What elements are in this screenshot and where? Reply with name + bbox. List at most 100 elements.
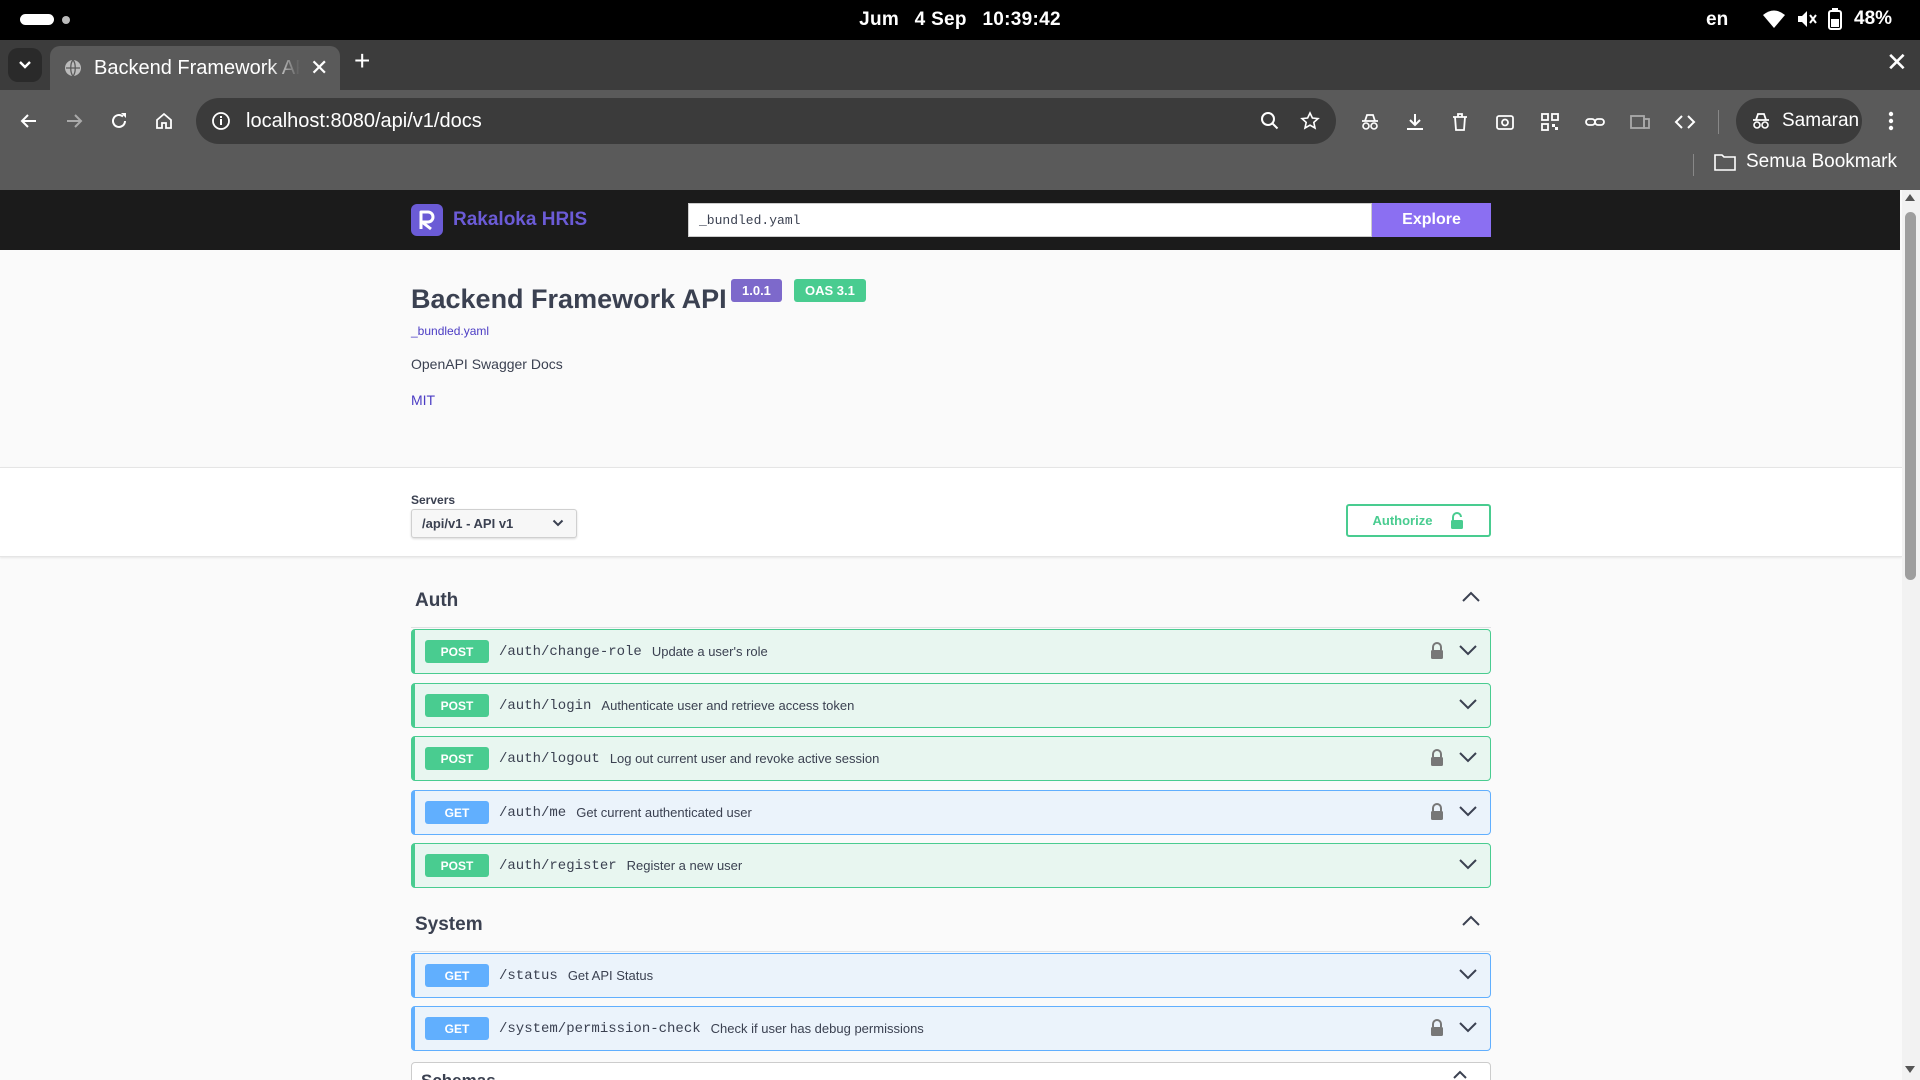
browser-tab-active[interactable]: Backend Framework API ✕ bbox=[50, 46, 340, 90]
status-day: Jum bbox=[859, 9, 900, 30]
authorize-button[interactable]: Authorize bbox=[1346, 504, 1491, 537]
battery-icon bbox=[1828, 8, 1842, 30]
scrollbar-thumb[interactable] bbox=[1905, 212, 1916, 580]
chevron-down-icon[interactable] bbox=[1458, 967, 1478, 981]
zoom-icon[interactable] bbox=[1256, 107, 1284, 135]
extension-icons bbox=[1355, 107, 1700, 137]
chevron-down-icon[interactable] bbox=[1458, 804, 1478, 818]
tag-system[interactable]: System bbox=[411, 892, 1491, 952]
forward-button[interactable] bbox=[60, 107, 88, 135]
window-close-button[interactable]: ✕ bbox=[1886, 49, 1908, 75]
site-info-icon[interactable] bbox=[208, 108, 234, 134]
profile-label: Samaran bbox=[1782, 110, 1860, 131]
download-icon[interactable] bbox=[1400, 107, 1430, 137]
bookmark-divider bbox=[1693, 154, 1694, 176]
api-description: OpenAPI Swagger Docs bbox=[411, 356, 563, 372]
status-clock: Jum 4 Sep 10:39:42 bbox=[0, 9, 1920, 31]
operation-summary: Log out current user and revoke active s… bbox=[609, 751, 880, 766]
spec-url-input[interactable]: _bundled.yaml bbox=[688, 203, 1372, 237]
tag-auth[interactable]: Auth bbox=[411, 568, 1491, 628]
operation-auth-register[interactable]: POST /auth/register Register a new user bbox=[411, 843, 1491, 888]
scroll-down-arrow-icon[interactable] bbox=[1905, 1066, 1915, 1073]
lock-open-icon bbox=[1451, 511, 1464, 529]
lock-icon[interactable] bbox=[1430, 803, 1444, 821]
swagger-topbar: Rakaloka HRIS _bundled.yaml Explore bbox=[0, 190, 1900, 250]
arrow-left-icon bbox=[20, 114, 36, 128]
lock-icon[interactable] bbox=[1430, 1019, 1444, 1037]
arrow-right-icon bbox=[67, 114, 83, 128]
tab-close-icon[interactable]: ✕ bbox=[310, 57, 328, 79]
chevron-down-icon[interactable] bbox=[1458, 750, 1478, 764]
address-bar[interactable]: localhost:8080/api/v1/docs bbox=[196, 98, 1336, 144]
tag-name: System bbox=[415, 914, 483, 935]
operation-auth-change-role[interactable]: POST /auth/change-role Update a user's r… bbox=[411, 629, 1491, 674]
chevron-down-icon[interactable] bbox=[1458, 857, 1478, 871]
chevron-up-icon[interactable] bbox=[1461, 590, 1481, 604]
operation-status[interactable]: GET /status Get API Status bbox=[411, 953, 1491, 998]
license-link[interactable]: MIT bbox=[411, 392, 435, 408]
bookmark-star-icon[interactable] bbox=[1296, 107, 1324, 135]
operation-summary: Get API Status bbox=[567, 968, 654, 983]
code-icon[interactable] bbox=[1670, 107, 1700, 137]
incognito-icon[interactable] bbox=[1355, 107, 1385, 137]
new-tab-button[interactable]: + bbox=[354, 47, 370, 75]
chevron-down-icon[interactable] bbox=[1458, 1020, 1478, 1034]
explore-button[interactable]: Explore bbox=[1372, 203, 1491, 237]
chevron-up-icon[interactable] bbox=[1461, 914, 1481, 928]
chevron-down-icon bbox=[552, 518, 564, 528]
status-time: 10:39:42 bbox=[982, 9, 1061, 30]
spec-link[interactable]: _bundled.yaml bbox=[411, 324, 489, 338]
version-badge: 1.0.1 bbox=[731, 279, 782, 302]
browser-menu-button[interactable] bbox=[1878, 107, 1904, 135]
reload-button[interactable] bbox=[105, 107, 133, 135]
brand-name: Rakaloka HRIS bbox=[453, 209, 588, 230]
operation-auth-login[interactable]: POST /auth/login Authenticate user and r… bbox=[411, 683, 1491, 728]
chevron-up-icon[interactable] bbox=[1452, 1069, 1468, 1080]
schemas-section[interactable]: Schemas bbox=[411, 1062, 1491, 1080]
trash-icon[interactable] bbox=[1445, 107, 1475, 137]
status-date: 4 Sep bbox=[914, 9, 967, 30]
home-icon bbox=[156, 112, 172, 129]
status-icons: 48% bbox=[1762, 8, 1892, 30]
incognito-profile-icon bbox=[1753, 113, 1769, 129]
operation-system-permission-check[interactable]: GET /system/permission-check Check if us… bbox=[411, 1006, 1491, 1051]
chevron-down-icon[interactable] bbox=[1458, 697, 1478, 711]
browser-toolbar: localhost:8080/api/v1/docs Samaran Semua… bbox=[0, 90, 1920, 190]
device-icon[interactable] bbox=[1625, 107, 1655, 137]
operation-path: /auth/register bbox=[499, 857, 617, 874]
status-language: en bbox=[1706, 9, 1729, 30]
tab-search-button[interactable] bbox=[8, 48, 42, 82]
operation-summary: Register a new user bbox=[626, 858, 743, 873]
method-badge: POST bbox=[425, 747, 489, 770]
screenshot-icon[interactable] bbox=[1490, 107, 1520, 137]
wifi-icon bbox=[1763, 10, 1785, 28]
operation-auth-me[interactable]: GET /auth/me Get current authenticated u… bbox=[411, 790, 1491, 835]
operation-path: /auth/logout bbox=[499, 750, 600, 767]
operation-auth-logout[interactable]: POST /auth/logout Log out current user a… bbox=[411, 736, 1491, 781]
toolbar-divider bbox=[1718, 110, 1719, 134]
back-button[interactable] bbox=[15, 107, 43, 135]
api-title: Backend Framework API bbox=[411, 284, 727, 314]
home-button[interactable] bbox=[150, 107, 178, 135]
schemas-title: Schemas bbox=[421, 1071, 496, 1080]
link-icon[interactable] bbox=[1580, 107, 1610, 137]
qr-code-icon[interactable] bbox=[1535, 107, 1565, 137]
lock-icon[interactable] bbox=[1430, 642, 1444, 660]
address-url[interactable]: localhost:8080/api/v1/docs bbox=[246, 110, 1256, 133]
all-bookmarks-button[interactable]: Semua Bookmark bbox=[1714, 151, 1897, 173]
profile-button[interactable]: Samaran bbox=[1736, 98, 1862, 144]
chevron-down-icon bbox=[19, 61, 31, 69]
chevron-down-icon[interactable] bbox=[1458, 643, 1478, 657]
kebab-menu-icon bbox=[1888, 111, 1894, 131]
method-badge: POST bbox=[425, 640, 489, 663]
servers-bar: Servers /api/v1 - API v1 Authorize bbox=[0, 467, 1902, 557]
method-badge: GET bbox=[425, 964, 489, 987]
os-status-bar: Jum 4 Sep 10:39:42 en 48% bbox=[0, 0, 1920, 40]
brand[interactable]: Rakaloka HRIS bbox=[411, 204, 587, 236]
globe-icon bbox=[64, 59, 82, 77]
scroll-up-arrow-icon[interactable] bbox=[1905, 194, 1915, 201]
browser-tab-strip: Backend Framework API ✕ + ✕ bbox=[0, 40, 1920, 90]
lock-icon[interactable] bbox=[1430, 749, 1444, 767]
operation-summary: Check if user has debug permissions bbox=[710, 1021, 924, 1036]
servers-select[interactable]: /api/v1 - API v1 bbox=[411, 509, 577, 538]
